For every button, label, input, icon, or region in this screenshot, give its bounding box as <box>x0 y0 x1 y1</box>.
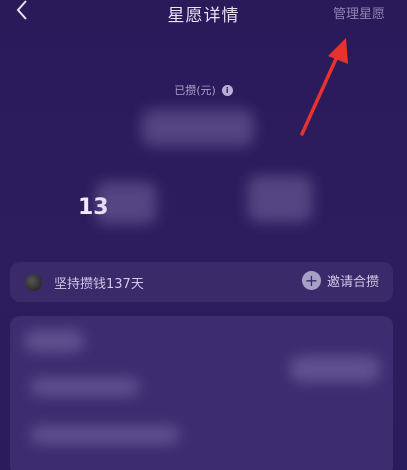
wish-detail-screen: 星愿详情 管理星愿 已攒(元) i 13 坚持攒钱137天 + 邀请合攒 <box>0 0 407 470</box>
info-icon[interactable]: i <box>221 84 233 96</box>
saved-amount-label-row: 已攒(元) i <box>0 82 407 98</box>
stat-right-blurred <box>248 176 312 222</box>
stat-left-blurred <box>96 182 156 224</box>
streak-text: 坚持攒钱137天 <box>54 277 144 292</box>
details-panel-blurred <box>10 316 393 470</box>
invite-co-save-button[interactable]: + 邀请合攒 <box>301 271 379 290</box>
details-line-blurred-2 <box>30 426 180 444</box>
details-line-blurred <box>30 378 140 396</box>
saved-amount-label: 已攒(元) <box>174 84 216 97</box>
nav-bar: 星愿详情 管理星愿 <box>0 0 407 30</box>
invite-label: 邀请合攒 <box>326 275 379 290</box>
details-value-blurred <box>290 356 380 382</box>
plus-icon: + <box>301 271 321 290</box>
saved-amount-value-blurred <box>142 110 254 146</box>
details-title-blurred <box>24 330 84 352</box>
streak-card: 坚持攒钱137天 + 邀请合攒 <box>10 262 393 302</box>
avatar <box>25 274 42 291</box>
manage-wish-link[interactable]: 管理星愿 <box>333 3 385 22</box>
